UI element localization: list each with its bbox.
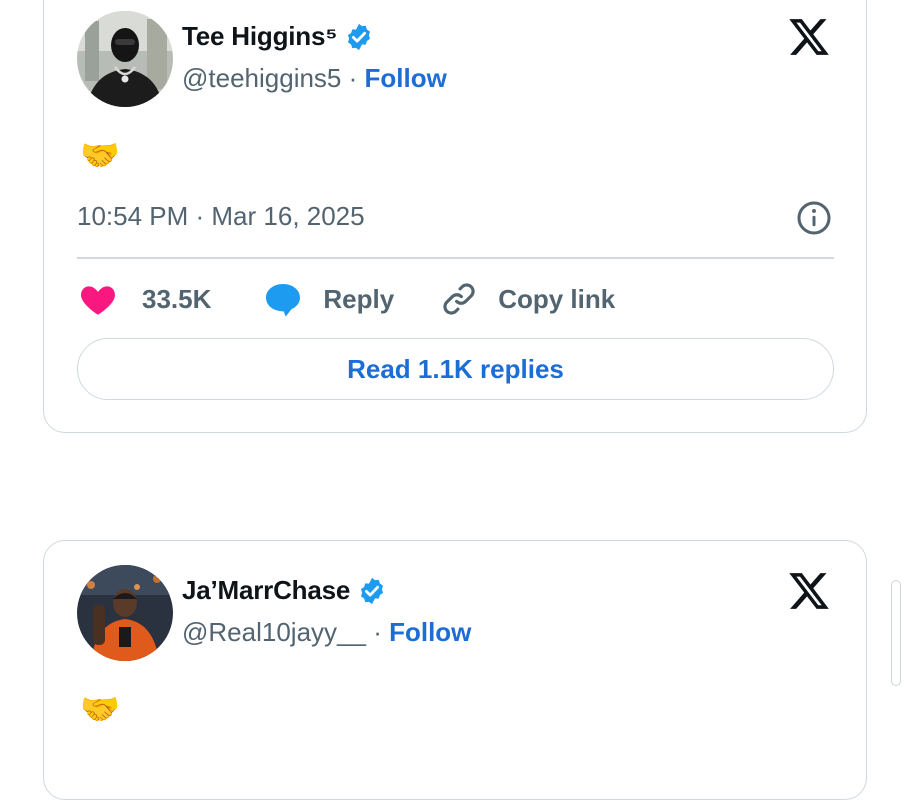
verified-badge-icon — [348, 23, 371, 50]
author-handle[interactable]: @Real10jayy__ — [182, 617, 366, 647]
like-button[interactable]: 33.5K — [79, 281, 211, 317]
reply-bubble-icon — [266, 284, 301, 317]
author-handle[interactable]: @teehiggins5 — [182, 63, 341, 93]
tweet-text: 🤝 — [80, 691, 120, 727]
verified-badge-icon — [361, 577, 384, 604]
reply-button[interactable]: Reply — [263, 280, 394, 318]
tweet-text: 🤝 — [80, 137, 120, 173]
author-name[interactable]: Tee Higgins⁵ — [182, 21, 337, 52]
info-icon[interactable] — [796, 200, 832, 236]
author-name[interactable]: Ja’MarrChase — [182, 575, 350, 606]
divider — [77, 257, 834, 259]
author-name-row: Ja’MarrChase — [182, 575, 387, 606]
copy-link-label: Copy link — [498, 283, 616, 314]
heart-icon — [81, 286, 115, 315]
tweet-actions: 33.5K Reply Copy link — [79, 279, 615, 319]
x-logo-icon[interactable] — [787, 15, 831, 59]
handle-row: @teehiggins5 · Follow — [182, 63, 447, 94]
reply-label: Reply — [323, 283, 395, 314]
handle-row: @Real10jayy__ · Follow — [182, 617, 471, 648]
separator-dot: · — [373, 617, 382, 647]
tweet-timestamp[interactable]: 10:54 PM · Mar 16, 2025 — [77, 201, 365, 232]
tweet-card: Tee Higgins⁵ @teehiggins5 · Follow 🤝 10:… — [43, 0, 867, 433]
avatar[interactable] — [77, 11, 173, 107]
separator-dot: · — [348, 63, 358, 93]
avatar[interactable] — [77, 565, 173, 661]
tweet-card: Ja’MarrChase @Real10jayy__ · Follow 🤝 — [43, 540, 867, 800]
follow-link[interactable]: Follow — [365, 63, 447, 93]
scrollbar[interactable] — [891, 580, 901, 686]
read-replies-button[interactable]: Read 1.1K replies — [77, 338, 834, 400]
avatar-photo — [77, 565, 173, 661]
avatar-photo — [77, 11, 173, 107]
follow-link[interactable]: Follow — [389, 617, 471, 647]
copy-link-button[interactable]: Copy link — [440, 280, 615, 318]
x-logo-icon[interactable] — [787, 569, 831, 613]
author-name-row: Tee Higgins⁵ — [182, 21, 374, 52]
like-count: 33.5K — [142, 283, 212, 314]
link-icon — [443, 283, 475, 315]
